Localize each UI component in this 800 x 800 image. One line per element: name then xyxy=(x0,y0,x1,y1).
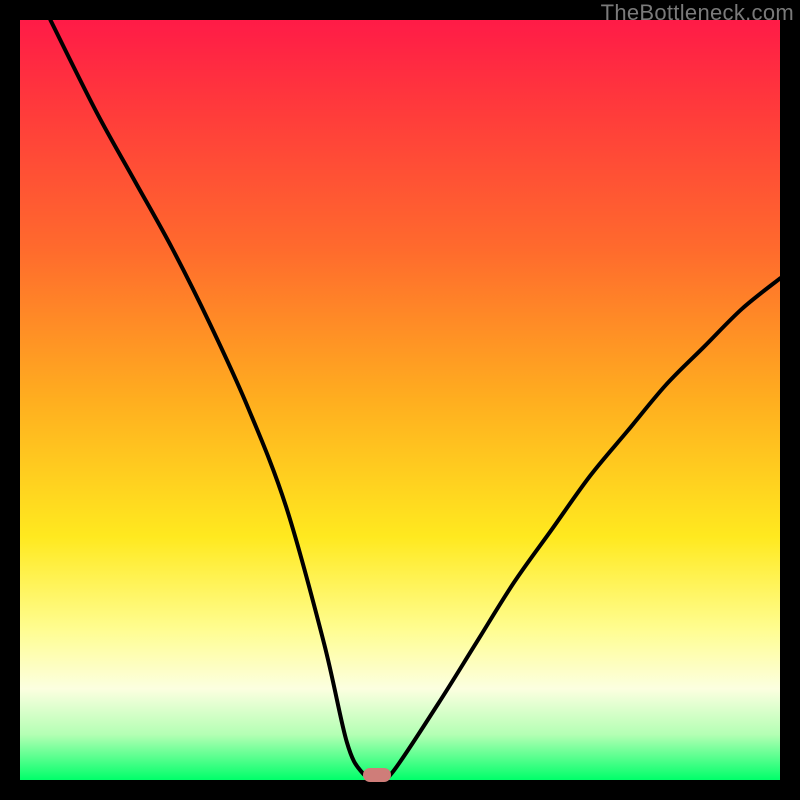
chart-canvas: TheBottleneck.com xyxy=(0,0,800,800)
bottleneck-curve xyxy=(50,20,780,780)
plot-area xyxy=(20,20,780,780)
optimum-marker xyxy=(363,768,391,782)
curve-svg xyxy=(20,20,780,780)
